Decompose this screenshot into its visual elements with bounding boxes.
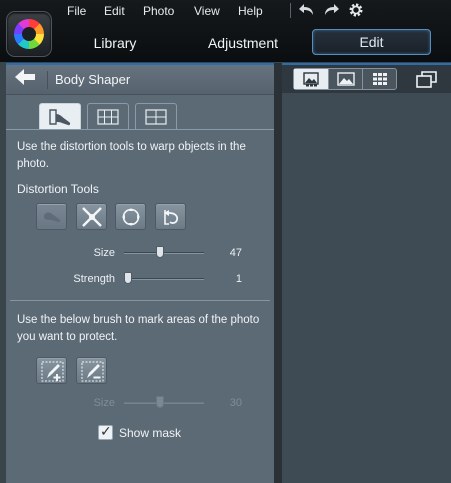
- tab-grid-tools[interactable]: [87, 103, 129, 130]
- view-single-button[interactable]: [294, 69, 328, 89]
- show-mask-label: Show mask: [119, 426, 182, 440]
- redo-icon[interactable]: [322, 2, 340, 18]
- strength-slider-thumb[interactable]: [124, 272, 132, 284]
- brush-size-slider-thumb[interactable]: [156, 396, 165, 408]
- panel-title: Body Shaper: [55, 72, 131, 87]
- view-grid-button[interactable]: [362, 69, 396, 89]
- photo-view-icon: [337, 72, 355, 86]
- strength-label: Strength: [73, 273, 115, 285]
- brush-size-label: Size: [93, 397, 115, 409]
- size-value: 47: [229, 247, 242, 259]
- protect-description: Use the below brush to mark areas of the…: [17, 314, 260, 343]
- distortion-tools-label: Distortion Tools: [17, 182, 99, 196]
- tab-library[interactable]: Library: [85, 33, 145, 53]
- tab-distortion-tools[interactable]: [39, 103, 81, 130]
- title-bar: File Edit Photo View Help Library Adjust…: [0, 0, 451, 62]
- menu-view[interactable]: View: [194, 4, 220, 18]
- menu-edit[interactable]: Edit: [104, 4, 125, 18]
- single-photo-view-icon: [303, 72, 319, 87]
- distortion-description: Use the distortion tools to warp objects…: [17, 141, 246, 170]
- body-shaper-panel: Body Shaper Use the distortion tools to …: [6, 63, 274, 483]
- app-logo[interactable]: [6, 11, 52, 57]
- section-divider: [10, 300, 270, 301]
- tab-edit[interactable]: Edit: [312, 29, 431, 55]
- push-warp-icon: [44, 212, 61, 223]
- back-arrow-icon[interactable]: [8, 68, 42, 92]
- shrink-button[interactable]: [76, 203, 107, 230]
- add-brush-icon: [41, 361, 64, 382]
- menu-help[interactable]: Help: [238, 4, 263, 18]
- checkmark-icon: ✓: [100, 423, 112, 439]
- size-label: Size: [93, 247, 115, 259]
- shrink-icon: [82, 207, 102, 227]
- menu-photo[interactable]: Photo: [143, 4, 174, 18]
- tab-adjustment[interactable]: Adjustment: [200, 33, 286, 53]
- view-compare-button[interactable]: [328, 69, 362, 89]
- twirl-icon: [164, 210, 179, 225]
- remove-brush-icon: [81, 361, 104, 382]
- fullscreen-icon[interactable]: [416, 69, 438, 89]
- gear-icon[interactable]: [347, 2, 365, 18]
- remove-protect-brush-button[interactable]: [76, 357, 107, 384]
- grid-warp-icon: [97, 109, 119, 125]
- tab-cross-tools[interactable]: [135, 103, 177, 130]
- panel-gap: [274, 63, 282, 483]
- twirl-button[interactable]: [155, 203, 186, 230]
- menu-file[interactable]: File: [67, 4, 86, 18]
- panel-header: Body Shaper: [6, 65, 274, 95]
- push-warp-button[interactable]: [36, 203, 67, 230]
- photo-canvas[interactable]: [282, 93, 451, 483]
- strength-value: 1: [235, 273, 242, 285]
- strength-slider-track[interactable]: [124, 278, 204, 280]
- show-mask-checkbox[interactable]: ✓: [98, 423, 113, 440]
- bloat-button[interactable]: [115, 203, 146, 230]
- crosshair-grid-icon: [145, 109, 167, 125]
- view-toolbar: [282, 63, 451, 93]
- view-mode-group: [293, 68, 397, 90]
- add-protect-brush-button[interactable]: [36, 357, 67, 384]
- toolbar-separator: [290, 3, 291, 18]
- grid-view-icon: [373, 73, 387, 85]
- undo-icon[interactable]: [298, 2, 316, 18]
- hand-warp-icon: [49, 109, 71, 126]
- brush-size-value: 30: [229, 397, 242, 409]
- size-slider-thumb[interactable]: [156, 246, 165, 258]
- bloat-icon: [122, 208, 140, 226]
